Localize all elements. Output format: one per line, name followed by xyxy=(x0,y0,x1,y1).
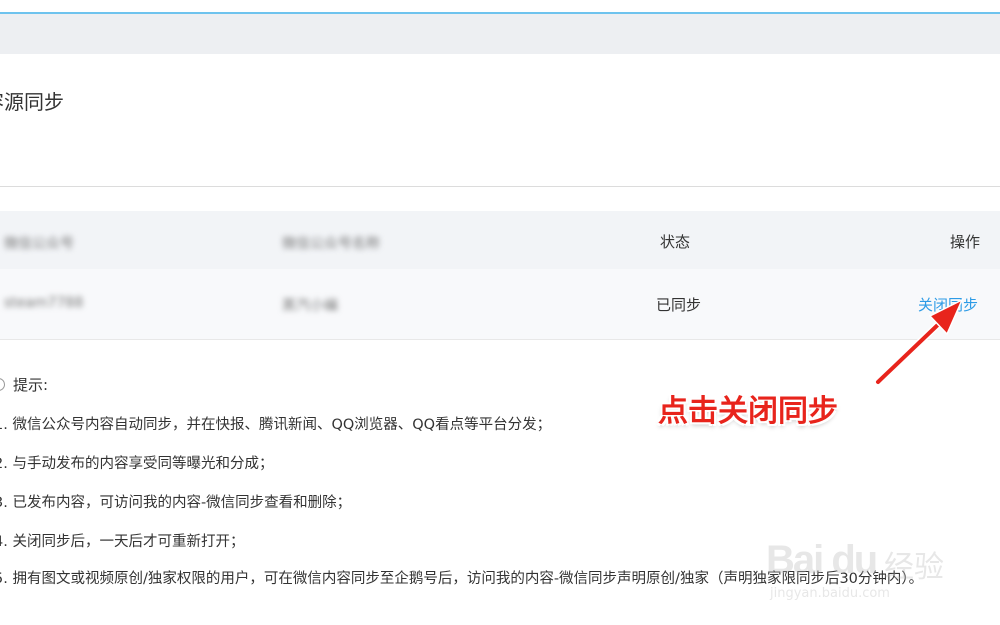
table-header: 微信公众号 微信公众号名称 状态 操作 xyxy=(0,211,1000,269)
status-text: 已同步 xyxy=(656,296,702,314)
watermark-logo: Bai du xyxy=(766,538,878,582)
header-col2: 微信公众号名称 xyxy=(282,236,380,252)
hint-title: i 提示: xyxy=(0,374,48,395)
row-col2: 蒸汽小编 xyxy=(282,298,338,314)
header-status: 状态 xyxy=(660,233,691,251)
table-row: steam7788 蒸汽小编 已同步 关闭同步 xyxy=(0,269,1000,340)
divider xyxy=(0,186,1000,187)
hint-item: 2. 与手动发布的内容享受同等曝光和分成； xyxy=(0,456,274,472)
close-sync-link[interactable]: 关闭同步 xyxy=(918,294,978,315)
page: 容源同步 微信公众号 微信公众号名称 状态 操作 steam7788 蒸汽小编 … xyxy=(0,0,1000,625)
hint-item: 1. 微信公众号内容自动同步，并在快报、腾讯新闻、QQ浏览器、QQ看点等平台分发… xyxy=(0,417,552,433)
watermark-url: jingyan.baidu.com xyxy=(770,586,890,601)
top-toolbar xyxy=(0,14,1000,54)
page-title: 容源同步 xyxy=(0,90,64,114)
hint-title-label: 提示: xyxy=(13,376,49,394)
info-icon: i xyxy=(0,378,5,391)
annotation-label: 点击关闭同步 xyxy=(658,394,838,429)
watermark-cn: 经验 xyxy=(884,550,944,585)
row-col1: steam7788 xyxy=(4,295,84,311)
watermark: Bai du 经验 jingyan.baidu.com xyxy=(766,520,966,610)
header-col1: 微信公众号 xyxy=(4,236,74,252)
header-action: 操作 xyxy=(950,233,981,251)
